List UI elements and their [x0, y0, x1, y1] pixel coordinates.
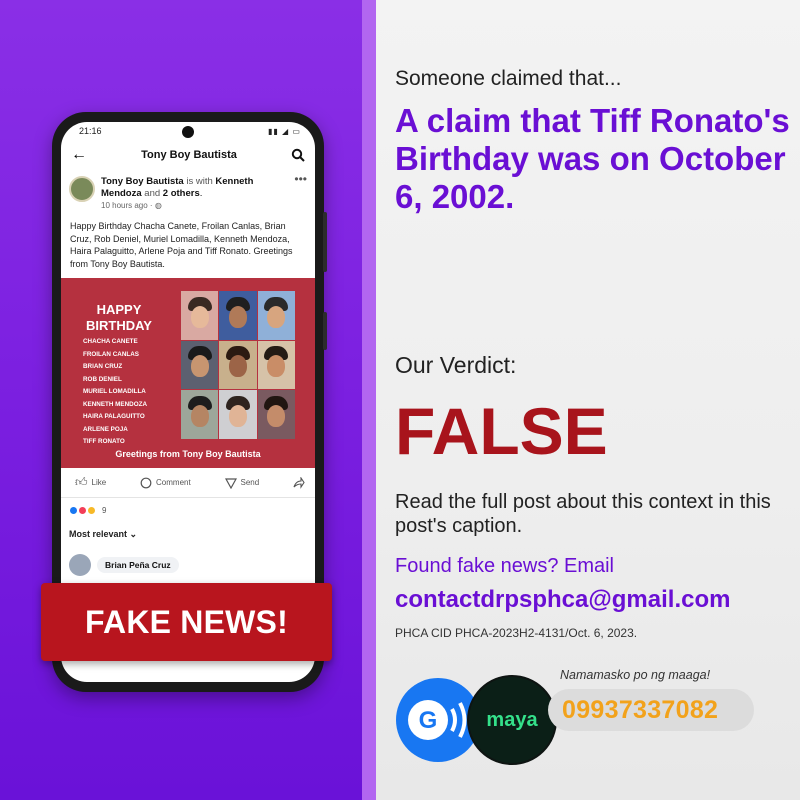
love-reaction-icon [78, 506, 87, 515]
more-options-icon[interactable]: ••• [294, 172, 307, 186]
care-reaction-icon [87, 506, 96, 515]
card-greeting: Greetings from Tony Boy Bautista [115, 449, 261, 459]
post-body: Happy Birthday Chacha Canete, Froilan Ca… [70, 221, 293, 269]
portrait-photo [257, 390, 295, 439]
chevron-down-icon: ⌄ [129, 529, 138, 539]
portrait-photo [219, 390, 257, 439]
claim-intro: Someone claimed that... [395, 67, 622, 90]
like-label: Like [91, 478, 107, 487]
with-text: is with [186, 176, 213, 187]
comment-label: Comment [156, 478, 191, 487]
page-title: Tony Boy Bautista [141, 149, 237, 161]
commenter-avatar[interactable] [69, 554, 91, 576]
donate-number[interactable]: 09937337082 [562, 696, 718, 725]
card-names: CHACHA CANETE FROILAN CANLAS BRIAN CRUZ … [83, 336, 147, 449]
verdict-label: Our Verdict: [395, 352, 517, 378]
card-name: ROB DENIEL [83, 375, 122, 383]
card-name: ARLENE POJA [83, 425, 128, 433]
portrait-photo [257, 340, 295, 390]
reaction-count: 9 [102, 506, 107, 515]
like-button[interactable]: 👍︎ Like [75, 475, 106, 490]
portrait-photo [219, 340, 257, 390]
portrait-photo [257, 291, 295, 340]
card-name: FROILAN CANLAS [83, 350, 139, 358]
sort-dropdown[interactable]: Most relevant ⌄ [61, 523, 315, 546]
maya-label: maya [486, 708, 538, 731]
donate-number-pill: 09937337082 [548, 689, 754, 731]
contact-email[interactable]: contactdrpsphca@gmail.com [395, 586, 730, 614]
portrait-photo [181, 340, 219, 390]
maya-logo: maya [467, 675, 557, 765]
send-label: Send [240, 478, 260, 487]
reaction-summary[interactable]: 9 [61, 498, 315, 523]
card-title-line2: BIRTHDAY [86, 318, 152, 333]
birthday-card-image[interactable]: HAPPY BIRTHDAY CHACHA CANETE FROILAN CAN… [61, 278, 315, 468]
fake-news-banner: FAKE NEWS! [41, 583, 332, 661]
post-meta: Tony Boy Bautista is with Kenneth Mendoz… [101, 176, 254, 210]
divider-stripe [362, 0, 376, 800]
search-icon[interactable] [291, 148, 305, 162]
donate-tagline: Namamasko po ng maaga! [560, 668, 711, 682]
volume-button [323, 212, 327, 272]
card-name: BRIAN CRUZ [83, 363, 123, 370]
share-icon[interactable] [293, 476, 305, 489]
globe-icon: ◍ [154, 201, 162, 210]
commenter-name[interactable]: Brian Peña Cruz [97, 557, 179, 573]
others-link[interactable]: 2 others [163, 188, 200, 199]
comment-icon [140, 477, 152, 488]
author-name[interactable]: Tony Boy Bautista [101, 176, 184, 187]
portrait-photo [181, 291, 219, 340]
case-id: PHCA CID PHCA-2023H2-4131/Oct. 6, 2023. [395, 626, 638, 640]
back-arrow-icon[interactable]: ← [71, 147, 87, 163]
card-name: KENNETH MENDOZA [83, 400, 148, 408]
and-text: and [144, 188, 161, 199]
status-icons: ▮▮ ◢ ▭ [268, 126, 301, 136]
card-name: MURIEL LOMADILLA [83, 388, 146, 395]
send-button[interactable]: Send [224, 477, 260, 489]
gcash-letter: G [419, 707, 438, 734]
photo-grid [181, 291, 295, 439]
card-title: HAPPY BIRTHDAY [83, 302, 155, 334]
front-camera [182, 126, 194, 138]
post-time: 10 hours ago [101, 201, 148, 210]
send-icon [224, 477, 237, 489]
author-avatar[interactable] [69, 176, 95, 202]
portrait-photo [181, 390, 219, 439]
card-name: TIFF RONATO [83, 438, 125, 445]
post-actions: 👍︎ Like Comment Send [61, 468, 315, 498]
comment-item: Brian Peña Cruz [61, 546, 315, 584]
sort-label: Most relevant [69, 529, 128, 539]
verdict-value: FALSE [395, 394, 608, 468]
found-fake-prompt: Found fake news? Email [395, 555, 615, 577]
post-header: Tony Boy Bautista is with Kenneth Mendoz… [61, 170, 315, 212]
nav-bar: ← Tony Boy Bautista [61, 140, 315, 170]
portrait-photo [219, 291, 257, 340]
like-reaction-icon [69, 506, 78, 515]
claim-text: A claim that Tiff Ronato's Birthday was … [395, 102, 790, 215]
comment-button[interactable]: Comment [140, 477, 191, 489]
card-name: CHACHA CANETE [83, 338, 138, 345]
thumbs-up-icon: 👍︎ [75, 475, 88, 489]
card-name: HAIRA PALAGUITTO [83, 413, 145, 420]
power-button [323, 312, 327, 350]
read-full-note: Read the full post about this context in… [395, 491, 771, 537]
gcash-icon: G [408, 700, 467, 740]
status-time: 21:16 [79, 126, 102, 136]
card-title-line1: HAPPY [96, 302, 142, 317]
